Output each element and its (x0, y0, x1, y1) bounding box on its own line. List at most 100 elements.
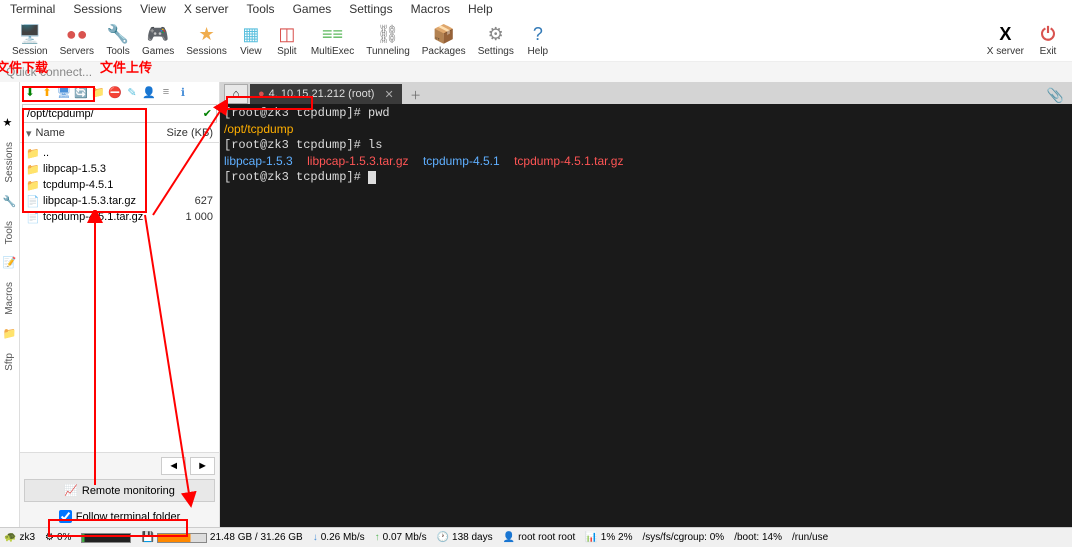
session-icon: 🖥️ (18, 22, 42, 46)
info-icon[interactable]: ℹ (176, 85, 190, 99)
file-row[interactable]: 📄tcpdump-4.5.1.tar.gz1 000 (22, 209, 217, 225)
folder-icon: 📁 (26, 162, 40, 176)
terminal-tabs: ⌂ ● 4. 10.15.21.212 (root) ✕ ＋ 📎 (220, 82, 1072, 104)
status-cpu: ⚙0% (45, 532, 71, 543)
disk-icon: 💾 (141, 532, 153, 543)
multiexec-icon: ≡≡ (321, 22, 345, 46)
menu-terminal[interactable]: Terminal (10, 2, 55, 16)
packages-icon: 📦 (432, 22, 456, 46)
menu-sessions[interactable]: Sessions (73, 2, 122, 16)
add-tab-button[interactable]: ＋ (406, 86, 426, 104)
vtab-tools[interactable]: Tools (2, 213, 17, 252)
menu-x-server[interactable]: X server (184, 2, 229, 16)
scroll-left-icon[interactable]: ◄ (161, 457, 186, 475)
paperclip-icon[interactable]: 📎 (1047, 87, 1064, 104)
path-input[interactable] (27, 108, 203, 120)
toolbar-servers[interactable]: ●●Servers (54, 22, 100, 57)
file-icon: 📄 (26, 194, 40, 208)
file-icon: 📄 (26, 210, 40, 224)
toolbar-view[interactable]: ▦View (233, 22, 269, 57)
quick-connect-bar[interactable]: Quick connect... 文件下载 文件上传 (0, 62, 1072, 82)
vtab-sftp[interactable]: Sftp (2, 345, 17, 379)
up-arrow-icon: ↑ (375, 532, 380, 543)
exit-icon: ⏻ (1036, 22, 1060, 46)
delete-icon[interactable]: ⛔ (108, 85, 122, 99)
sftp-tab-icon: 📁 (3, 327, 17, 341)
toolbar-help[interactable]: ?Help (520, 22, 556, 57)
toolbar-session[interactable]: 🖥️Session (6, 22, 54, 57)
path-ok-icon: ✔ (203, 107, 212, 120)
monitor-wave-icon: 📈 (64, 484, 78, 497)
file-row[interactable]: 📄libpcap-1.5.3.tar.gz627 (22, 193, 217, 209)
refresh-icon[interactable]: 🔄 (74, 85, 88, 99)
status-path1: /sys/fs/cgroup: 0% (642, 532, 724, 543)
terminal-area: ⌂ ● 4. 10.15.21.212 (root) ✕ ＋ 📎 [root@z… (220, 82, 1072, 531)
chart-icon: 📊 (585, 532, 597, 543)
monitor-icon[interactable]: 🖥 (57, 85, 71, 99)
terminal-output[interactable]: [root@zk3 tcpdump]# pwd /opt/tcpdump [ro… (220, 104, 1072, 531)
file-row[interactable]: 📁libpcap-1.5.3 (22, 161, 217, 177)
toolbar-tunneling[interactable]: ⛓Tunneling (360, 22, 416, 57)
col-name[interactable]: Name (36, 127, 163, 140)
menu-settings[interactable]: Settings (349, 2, 392, 16)
cpu-icon: ⚙ (45, 532, 54, 543)
follow-terminal-checkbox[interactable]: Follow terminal folder (24, 506, 215, 527)
status-path2: /boot: 14% (734, 532, 782, 543)
toolbar-games[interactable]: 🎮Games (136, 22, 180, 57)
toolbar-split[interactable]: ◫Split (269, 22, 305, 57)
col-size[interactable]: Size (KB) (163, 127, 213, 140)
sftp-toolbar: ⬇ ⬆ 🖥 🔄 📁 ⛔ ✎ 👤 ≡ ℹ (20, 82, 219, 102)
menu-tools[interactable]: Tools (247, 2, 275, 16)
vtab-macros[interactable]: Macros (2, 274, 17, 323)
path-box[interactable]: ✔ (22, 104, 217, 123)
toolbar-x-server[interactable]: XX server (981, 22, 1030, 57)
menu-macros[interactable]: Macros (411, 2, 450, 16)
status-net-down: ↓0.26 Mb/s (313, 532, 365, 543)
upload-icon[interactable]: ⬆ (40, 85, 54, 99)
file-row[interactable]: 📁.. (22, 145, 217, 161)
terminal-tab[interactable]: ● 4. 10.15.21.212 (root) ✕ (250, 84, 402, 104)
file-row[interactable]: 📁tcpdump-4.5.1 (22, 177, 217, 193)
toolbar-packages[interactable]: 📦Packages (416, 22, 472, 57)
vtab-sessions[interactable]: Sessions (2, 134, 17, 191)
user-icon[interactable]: 👤 (142, 85, 156, 99)
folder-icon: 📁 (26, 178, 40, 192)
settings-icon: ⚙ (484, 22, 508, 46)
macros-tab-icon: 📝 (3, 256, 17, 270)
menu-games[interactable]: Games (293, 2, 332, 16)
remote-monitoring-button[interactable]: 📈 Remote monitoring (24, 479, 215, 502)
disk-bar (157, 533, 207, 543)
menu-help[interactable]: Help (468, 2, 493, 16)
bottom-controls: ◄ ► 📈 Remote monitoring Follow terminal … (20, 452, 219, 531)
statusbar: 🐢zk3 ⚙0% 💾21.48 GB / 31.26 GB ↓0.26 Mb/s… (0, 527, 1072, 547)
split-icon: ◫ (275, 22, 299, 46)
clock-icon: 🕐 (437, 532, 449, 543)
up-icon: 📁 (26, 146, 40, 160)
home-icon: ⌂ (233, 88, 240, 100)
follow-checkbox-input[interactable] (59, 510, 72, 523)
list-icon[interactable]: ≡ (159, 85, 173, 99)
menu-view[interactable]: View (140, 2, 166, 16)
toolbar-sessions[interactable]: ★Sessions (180, 22, 233, 57)
new-folder-icon[interactable]: 📁 (91, 85, 105, 99)
sessions-tab-icon: ★ (3, 116, 17, 130)
edit-icon[interactable]: ✎ (125, 85, 139, 99)
download-icon[interactable]: ⬇ (23, 85, 37, 99)
status-uptime: 🕐138 days (437, 532, 493, 543)
cpu-bar (81, 533, 131, 543)
person-icon: 👤 (503, 532, 515, 543)
home-tab[interactable]: ⌂ (224, 84, 248, 104)
toolbar-tools[interactable]: 🔧Tools (100, 22, 136, 57)
scroll-right-icon[interactable]: ► (190, 457, 215, 475)
status-disk: 💾21.48 GB / 31.26 GB (141, 532, 302, 543)
toolbar-multiexec[interactable]: ≡≡MultiExec (305, 22, 360, 57)
annotation-upload: 文件上传 (100, 57, 152, 76)
x-server-icon: X (993, 22, 1017, 46)
close-tab-icon[interactable]: ✕ (384, 88, 393, 101)
status-path3: /run/use (792, 532, 828, 543)
status-user: 👤root root root (503, 532, 576, 543)
toolbar-settings[interactable]: ⚙Settings (472, 22, 520, 57)
games-icon: 🎮 (146, 22, 170, 46)
sort-icon[interactable]: ▾ (26, 127, 32, 140)
toolbar-exit[interactable]: ⏻Exit (1030, 22, 1066, 57)
